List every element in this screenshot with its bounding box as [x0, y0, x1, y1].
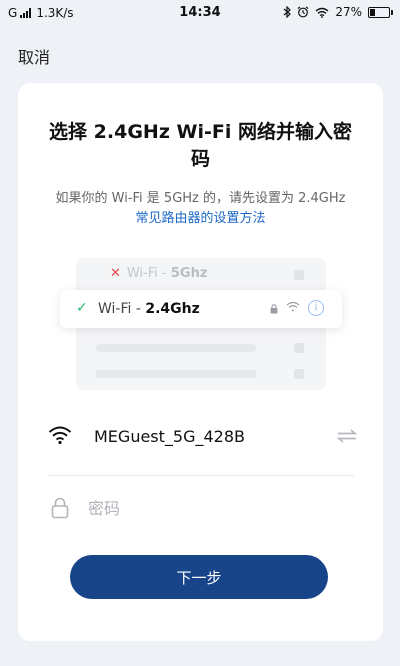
divider [48, 475, 354, 476]
cross-icon: ✕ [110, 266, 121, 281]
wifi-small-icon [286, 301, 300, 312]
bluetooth-icon [283, 6, 292, 18]
row-5g-prefix: Wi-Fi - [126, 266, 171, 281]
placeholder-square [294, 369, 304, 379]
router-setup-link[interactable]: 常见路由器的设置方法 [135, 211, 265, 226]
wifi-band-illustration: ✕ Wi-Fi - 5Ghz ✓ Wi-Fi - 2.4Ghz i [60, 258, 348, 398]
battery-percent: 27% [335, 5, 362, 19]
row-24g-prefix: Wi-Fi - [98, 301, 146, 317]
wifi-icon [48, 426, 72, 445]
password-input[interactable] [88, 495, 348, 521]
next-button[interactable]: 下一步 [70, 555, 328, 599]
row-24g-band: 2.4Ghz [145, 301, 200, 317]
info-icon: i [308, 300, 324, 316]
switch-network-icon[interactable] [336, 428, 358, 444]
placeholder-line [96, 344, 256, 352]
battery-level-fill [370, 8, 375, 16]
wifi-setup-card: 选择 2.4GHz Wi-Fi 网络并输入密码 如果你的 Wi-Fi 是 5GH… [18, 83, 383, 641]
lock-small-icon [270, 304, 278, 314]
placeholder-square [294, 343, 304, 353]
placeholder-line [96, 370, 256, 378]
status-bar: G 1.3K/s 14:34 27% [0, 0, 400, 28]
page-title: 选择 2.4GHz Wi-Fi 网络并输入密码 [49, 121, 352, 170]
check-icon: ✓ [76, 300, 88, 316]
wifi-icon [315, 7, 329, 18]
row-24g-label: Wi-Fi - 2.4Ghz [98, 301, 200, 317]
placeholder-square [294, 270, 304, 280]
network-row[interactable]: MEGuest_5G_428B [48, 418, 358, 456]
illustration-row-24g: ✓ Wi-Fi - 2.4Ghz i [60, 290, 342, 328]
network-ssid: MEGuest_5G_428B [94, 427, 245, 446]
lock-icon [51, 497, 69, 519]
cancel-button[interactable]: 取消 [18, 44, 50, 68]
card-subtitle: 如果你的 Wi-Fi 是 5GHz 的，请先设置为 2.4GHz 常见路由器的设… [48, 189, 353, 229]
alarm-icon [297, 6, 309, 18]
illustration-row-5g: ✕ Wi-Fi - 5Ghz [110, 266, 207, 281]
status-right: 27% [283, 5, 393, 19]
password-row [48, 493, 358, 525]
battery-icon [368, 6, 393, 18]
subtitle-text: 如果你的 Wi-Fi 是 5GHz 的，请先设置为 2.4GHz [55, 191, 346, 206]
row-5g-band: 5Ghz [170, 266, 208, 281]
